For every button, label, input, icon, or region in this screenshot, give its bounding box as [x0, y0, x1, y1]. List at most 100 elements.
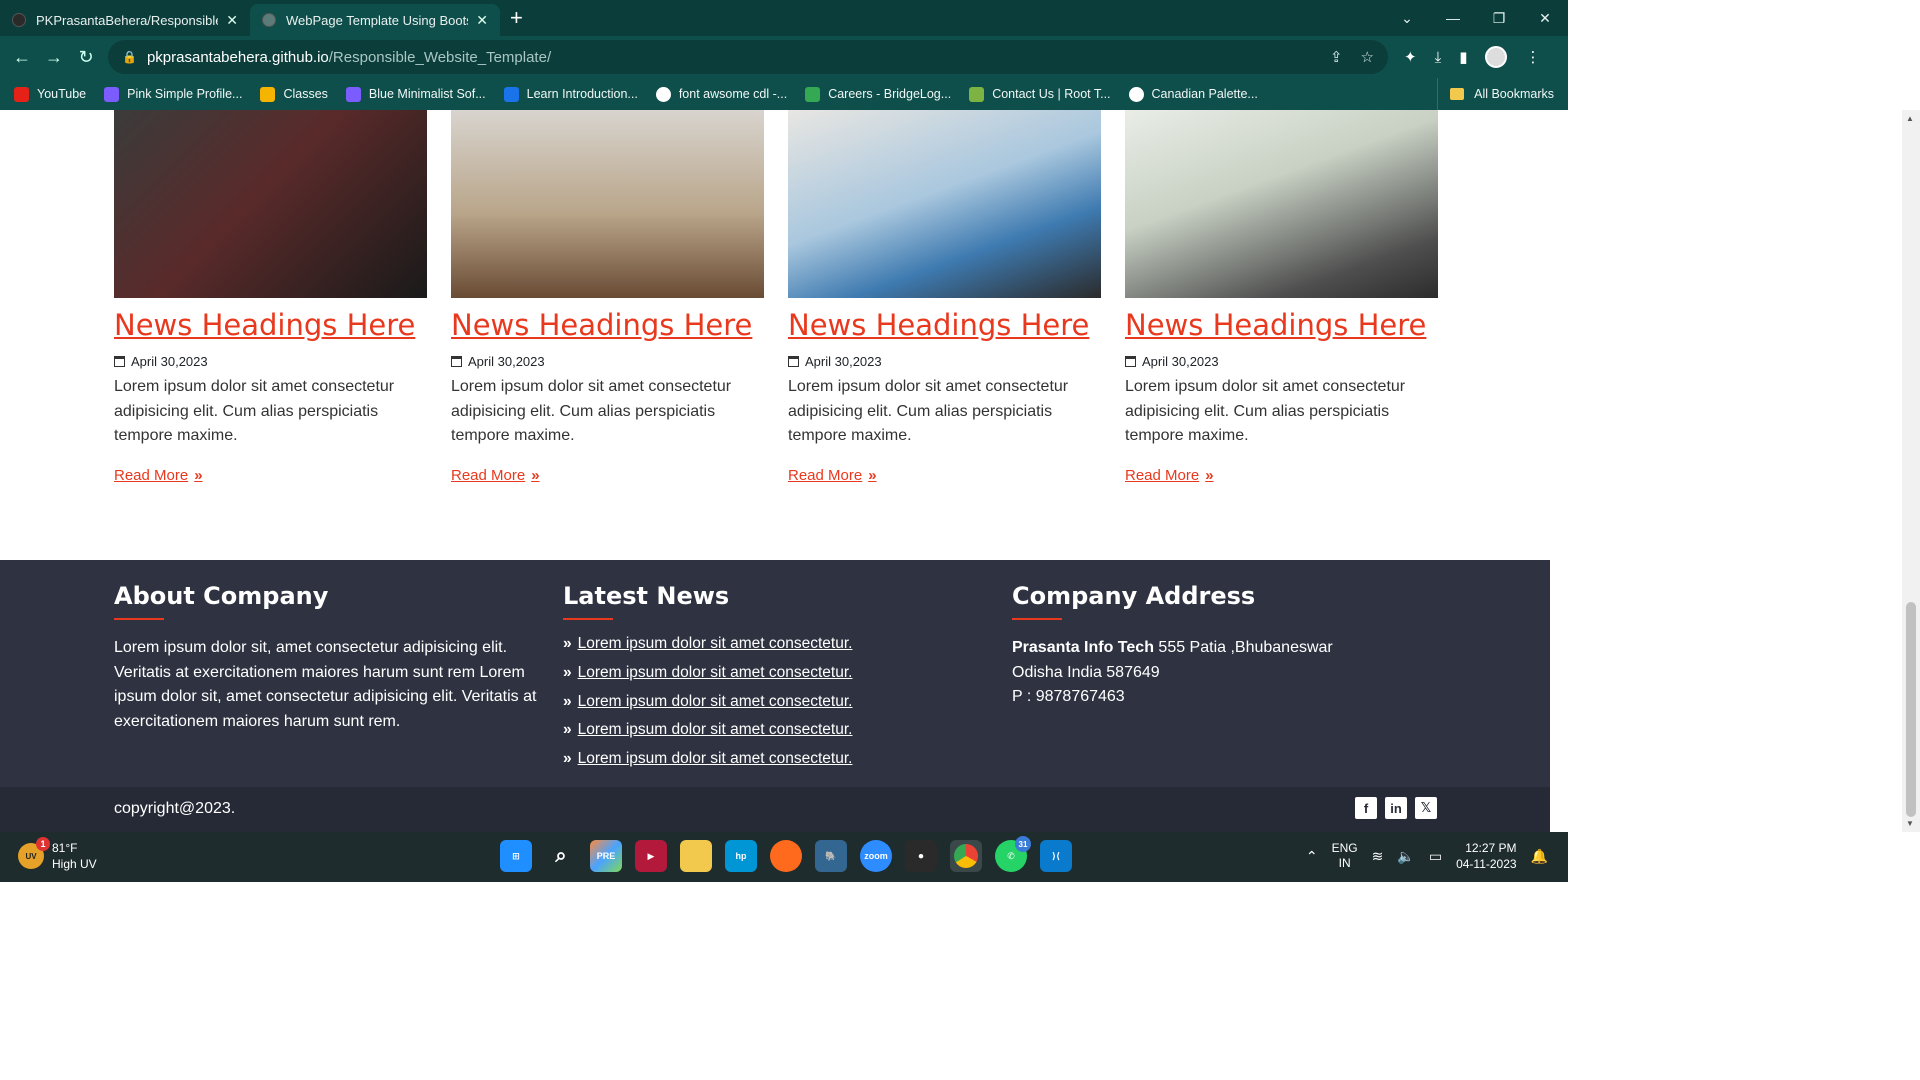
- scroll-down-icon[interactable]: ▼: [1906, 819, 1914, 828]
- m-logo-icon: [503, 86, 519, 102]
- latest-news-link[interactable]: Lorem ipsum dolor sit amet consectetur.: [578, 693, 853, 711]
- company-address-section: Company Address Prasanta Info Tech 555 P…: [1012, 582, 1432, 710]
- bookmark-contact[interactable]: Contact Us | Root T...: [969, 86, 1111, 102]
- notification-bell-icon[interactable]: 🔔: [1531, 848, 1548, 865]
- back-icon[interactable]: ←: [6, 47, 38, 68]
- profile-avatar[interactable]: [1485, 46, 1508, 68]
- bookmark-careers[interactable]: Careers - BridgeLog...: [805, 86, 951, 102]
- social-links: f in 𝕏: [1355, 797, 1437, 819]
- news-heading-link[interactable]: News Headings Here: [451, 308, 764, 342]
- read-more-link[interactable]: Read More»: [451, 467, 540, 484]
- download-icon[interactable]: ⤓: [1435, 49, 1442, 66]
- scroll-up-icon[interactable]: ▲: [1906, 114, 1914, 123]
- language-indicator[interactable]: ENG IN: [1332, 841, 1358, 871]
- copyright-text: copyright@2023.: [114, 800, 236, 817]
- latest-news-link[interactable]: Lorem ipsum dolor sit amet consectetur.: [578, 750, 853, 768]
- double-chevron-right-icon: »: [563, 692, 572, 710]
- file-explorer-icon[interactable]: [680, 840, 712, 872]
- double-chevron-right-icon: »: [194, 466, 203, 484]
- copilot-icon[interactable]: PRE: [590, 840, 622, 872]
- screen-recorder-icon[interactable]: ⏺: [905, 840, 937, 872]
- close-icon[interactable]: ✕: [476, 12, 488, 29]
- window-close-icon[interactable]: ✕: [1522, 10, 1568, 27]
- system-tray: ⌃ ENG IN ≋ 🔈 ▭ 12:27 PM 04-11-2023 🔔: [1306, 840, 1548, 872]
- news-heading-link[interactable]: News Headings Here: [114, 308, 427, 342]
- chevron-up-icon[interactable]: ⌃: [1306, 848, 1318, 865]
- news-card: News Headings Here April 30,2023 Lorem i…: [114, 110, 427, 485]
- media-app-icon[interactable]: ▶: [635, 840, 667, 872]
- battery-icon[interactable]: ▭: [1429, 848, 1442, 865]
- extensions-icon[interactable]: ✦: [1404, 48, 1417, 66]
- browser-tab-active[interactable]: WebPage Template Using Bootst ✕: [250, 4, 500, 36]
- bookmark-canadian-palette[interactable]: Canadian Palette...: [1128, 86, 1258, 102]
- tab-search-icon[interactable]: ⌄: [1384, 10, 1430, 27]
- news-image: [788, 110, 1101, 298]
- weather-widget[interactable]: UV 1 81°F High UV: [18, 837, 97, 872]
- latest-news-link[interactable]: Lorem ipsum dolor sit amet consectetur.: [578, 664, 853, 682]
- browser-toolbar: ← → ↻ 🔒 pkprasantabehera.github.io /Resp…: [0, 36, 1568, 78]
- firefox-icon[interactable]: [770, 840, 802, 872]
- bookmark-pink-profile[interactable]: Pink Simple Profile...: [104, 86, 242, 102]
- read-more-link[interactable]: Read More»: [114, 467, 203, 484]
- list-item: » Lorem ipsum dolor sit amet consectetur.: [563, 745, 963, 774]
- bookmark-star-icon[interactable]: ☆: [1361, 48, 1374, 66]
- read-more-link[interactable]: Read More»: [788, 467, 877, 484]
- postgresql-icon[interactable]: 🐘: [815, 840, 847, 872]
- latest-news-link[interactable]: Lorem ipsum dolor sit amet consectetur.: [578, 721, 853, 739]
- bookmark-classes[interactable]: Classes: [260, 86, 328, 102]
- page-viewport: News Headings Here April 30,2023 Lorem i…: [0, 110, 1550, 832]
- news-heading-link[interactable]: News Headings Here: [1125, 308, 1438, 342]
- company-address-title: Company Address: [1012, 582, 1432, 620]
- news-date: April 30,2023: [788, 354, 1101, 369]
- news-image: [1125, 110, 1438, 298]
- news-date: April 30,2023: [114, 354, 427, 369]
- latest-news-link[interactable]: Lorem ipsum dolor sit amet consectetur.: [578, 635, 853, 653]
- volume-icon[interactable]: 🔈: [1397, 848, 1414, 865]
- wifi-icon[interactable]: ≋: [1372, 848, 1384, 865]
- zoom-icon[interactable]: zoom: [860, 840, 892, 872]
- phone-number: P : 9878767463: [1012, 688, 1125, 705]
- bookmark-youtube[interactable]: YouTube: [14, 86, 86, 102]
- restore-icon[interactable]: ❐: [1476, 10, 1522, 27]
- news-heading-link[interactable]: News Headings Here: [788, 308, 1101, 342]
- page-scrollbar[interactable]: ▲ ▼: [1902, 110, 1920, 832]
- search-icon[interactable]: ⌕: [545, 840, 577, 872]
- facebook-icon[interactable]: f: [1355, 797, 1377, 819]
- all-bookmarks[interactable]: All Bookmarks: [1437, 78, 1554, 110]
- list-item: » Lorem ipsum dolor sit amet consectetur.: [563, 630, 963, 659]
- news-date: April 30,2023: [1125, 354, 1438, 369]
- bookmark-learn[interactable]: Learn Introduction...: [503, 86, 638, 102]
- company-name: Prasanta Info Tech: [1012, 639, 1154, 656]
- browser-tab[interactable]: PKPrasantaBehera/Responsible_\ ✕: [0, 4, 250, 36]
- windows-start-icon[interactable]: ⊞: [500, 840, 532, 872]
- calendar-icon: [451, 356, 462, 367]
- whatsapp-icon[interactable]: ✆ 31: [995, 836, 1031, 872]
- clock[interactable]: 12:27 PM 04-11-2023: [1456, 840, 1517, 872]
- double-chevron-right-icon: »: [563, 721, 572, 739]
- double-chevron-right-icon: »: [868, 466, 877, 484]
- read-more-link[interactable]: Read More»: [1125, 467, 1214, 484]
- temperature: 81°F: [52, 841, 78, 855]
- scrollbar-thumb[interactable]: [1906, 602, 1916, 817]
- myhp-icon[interactable]: hp: [725, 840, 757, 872]
- menu-icon[interactable]: ⋮: [1525, 48, 1540, 66]
- minimize-icon[interactable]: —: [1430, 10, 1476, 26]
- bookmark-blue-minimalist[interactable]: Blue Minimalist Sof...: [345, 86, 486, 102]
- google-icon: [655, 86, 671, 102]
- reload-icon[interactable]: ↻: [70, 47, 102, 68]
- lock-icon[interactable]: 🔒: [122, 50, 137, 64]
- canva-icon: [104, 86, 120, 102]
- vscode-icon[interactable]: ⟩⟨: [1040, 840, 1072, 872]
- share-icon[interactable]: ⇪: [1330, 48, 1343, 66]
- double-chevron-right-icon: »: [563, 635, 572, 653]
- new-tab-icon[interactable]: +: [510, 5, 523, 31]
- side-panel-icon[interactable]: ▮: [1459, 48, 1467, 66]
- bookmark-font-awesome[interactable]: font awsome cdl -...: [655, 86, 787, 102]
- x-twitter-icon[interactable]: 𝕏: [1415, 797, 1437, 819]
- address-bar[interactable]: 🔒 pkprasantabehera.github.io /Responsibl…: [108, 40, 1388, 74]
- close-icon[interactable]: ✕: [226, 12, 238, 29]
- forward-icon[interactable]: →: [38, 47, 70, 68]
- url-path: /Responsible_Website_Template/: [328, 48, 552, 66]
- linkedin-icon[interactable]: in: [1385, 797, 1407, 819]
- chrome-icon[interactable]: [950, 840, 982, 872]
